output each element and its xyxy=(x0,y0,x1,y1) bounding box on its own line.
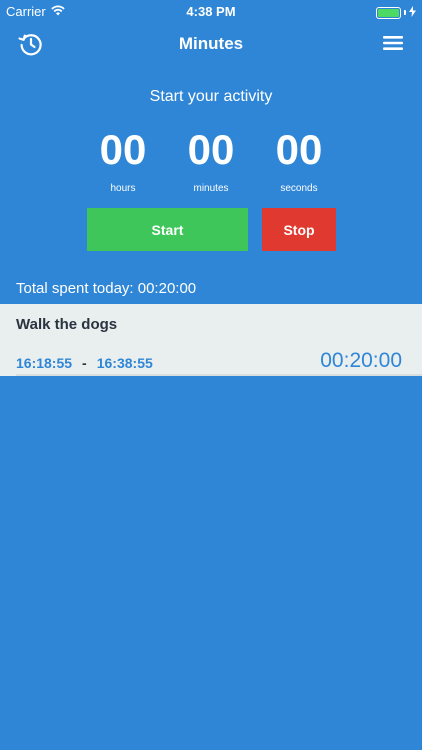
minutes-value: 00 xyxy=(187,126,235,173)
list-item[interactable]: Walk the dogs 16:18:55 - 16:38:55 00:20:… xyxy=(0,304,422,376)
battery-icon xyxy=(376,6,401,19)
seconds-unit: 00 seconds xyxy=(254,126,344,194)
row-divider xyxy=(16,374,422,376)
activity-start-time: 16:18:55 xyxy=(16,355,73,371)
hamburger-menu-icon[interactable] xyxy=(382,33,404,53)
activity-prompt: Start your activity xyxy=(149,88,273,105)
navigation-bar: Minutes xyxy=(0,22,422,66)
status-right xyxy=(376,5,416,20)
status-time: 4:38 PM xyxy=(186,4,236,19)
stop-button[interactable]: Stop xyxy=(262,208,336,251)
activity-name: Walk the dogs xyxy=(16,316,118,333)
status-bar: Carrier 4:38 PM xyxy=(0,0,422,22)
total-spent-today: Total spent today: 00:20:00 xyxy=(16,280,197,297)
seconds-value: 00 xyxy=(275,126,323,173)
charging-bolt-icon xyxy=(409,5,416,20)
app-screen: Carrier 4:38 PM Minutes Start your activ… xyxy=(0,0,422,750)
minutes-label: minutes xyxy=(193,183,229,194)
minutes-unit: 00 minutes xyxy=(166,126,256,194)
page-title: Minutes xyxy=(178,34,244,53)
activity-time-range: 16:18:55 - 16:38:55 xyxy=(16,355,153,371)
time-separator: - xyxy=(82,355,87,371)
hours-label: hours xyxy=(110,183,136,194)
hours-value: 00 xyxy=(99,126,147,173)
start-button[interactable]: Start xyxy=(87,208,248,251)
activity-duration: 00:20:00 xyxy=(320,349,402,372)
hours-unit: 00 hours xyxy=(78,126,168,194)
seconds-label: seconds xyxy=(280,183,318,194)
battery-tip xyxy=(404,10,406,15)
battery-level xyxy=(378,8,399,17)
activity-end-time: 16:38:55 xyxy=(96,355,153,371)
timer-display: 00 hours 00 minutes 00 seconds xyxy=(0,126,422,198)
